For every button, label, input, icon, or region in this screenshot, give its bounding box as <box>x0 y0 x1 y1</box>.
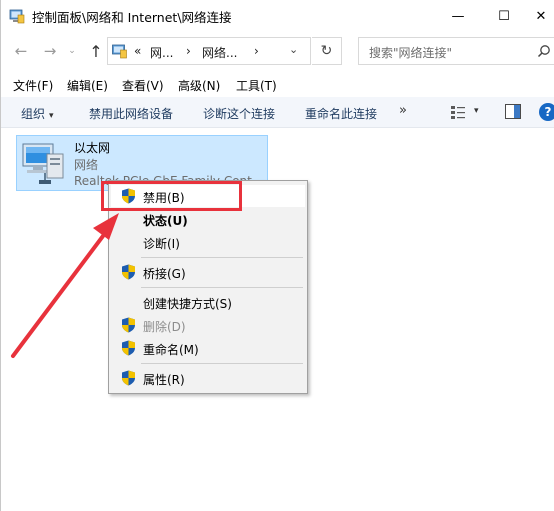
context-item-bridge[interactable]: 桥接(G) <box>111 261 305 283</box>
more-commands-button[interactable]: » <box>399 103 407 118</box>
preview-pane-icon[interactable] <box>505 104 521 119</box>
search-icon[interactable] <box>537 44 551 58</box>
back-button[interactable]: ← <box>10 40 32 62</box>
search-input[interactable]: 搜索"网络连接" <box>369 44 452 61</box>
command-bar: 组织 ▾ 禁用此网络设备 诊断这个连接 重命名此连接 » ▾ ? <box>1 97 554 128</box>
network-connections-window: 控制面板\网络和 Internet\网络连接 — ☐ ✕ ← → ⌄ ↑ « 网… <box>0 0 554 511</box>
menu-separator <box>141 287 303 288</box>
address-separator[interactable]: › <box>186 44 191 58</box>
address-bar[interactable]: « 网... › 网络... › ⌄ <box>107 37 311 65</box>
connection-status: 网络 <box>74 158 99 172</box>
menu-view[interactable]: 查看(V) <box>122 77 164 94</box>
disable-device-button[interactable]: 禁用此网络设备 <box>89 105 173 122</box>
title-bar: 控制面板\网络和 Internet\网络连接 — ☐ ✕ <box>1 0 554 32</box>
context-item-diagnose[interactable]: 诊断(I) <box>111 231 305 253</box>
connection-name: 以太网 <box>74 141 111 155</box>
context-item-label: 属性(R) <box>143 373 185 387</box>
uac-shield-icon <box>122 370 135 386</box>
rename-connection-button[interactable]: 重命名此连接 <box>305 105 377 122</box>
up-button[interactable]: ↑ <box>85 40 107 62</box>
change-view-icon[interactable] <box>450 104 466 120</box>
address-segment[interactable]: 网... <box>150 44 173 61</box>
address-overflow-button[interactable]: « <box>134 44 141 58</box>
context-item-properties[interactable]: 属性(R) <box>111 367 305 389</box>
annotation-highlight-box <box>101 181 242 211</box>
recent-locations-button[interactable]: ⌄ <box>65 40 79 62</box>
menu-separator <box>141 363 303 364</box>
menu-edit[interactable]: 编辑(E) <box>67 77 108 94</box>
address-dropdown-icon[interactable]: ⌄ <box>289 43 298 56</box>
control-panel-icon <box>112 44 127 59</box>
search-box[interactable]: 搜索"网络连接" <box>358 37 554 65</box>
organize-label: 组织 <box>21 107 46 121</box>
close-button[interactable]: ✕ <box>527 0 554 32</box>
navigation-bar: ← → ⌄ ↑ « 网... › 网络... › ⌄ ↻ 搜索"网络连接" <box>1 34 554 68</box>
context-item-label: 创建快捷方式(S) <box>143 297 232 311</box>
window-title: 控制面板\网络和 Internet\网络连接 <box>32 10 232 25</box>
context-item-label: 诊断(I) <box>143 237 180 251</box>
ethernet-adapter-icon <box>22 143 64 184</box>
context-item-delete: 删除(D) <box>111 314 305 336</box>
maximize-button[interactable]: ☐ <box>481 0 527 32</box>
menu-advanced[interactable]: 高级(N) <box>178 77 220 94</box>
uac-shield-icon <box>122 317 135 333</box>
context-item-label: 桥接(G) <box>143 267 186 281</box>
menu-bar: 文件(F) 编辑(E) 查看(V) 高级(N) 工具(T) <box>1 72 554 96</box>
context-item-label: 状态(U) <box>143 214 188 228</box>
help-icon[interactable]: ? <box>539 103 554 121</box>
organize-button[interactable]: 组织 ▾ <box>21 105 54 122</box>
uac-shield-icon <box>122 340 135 356</box>
menu-separator <box>141 257 303 258</box>
forward-button[interactable]: → <box>39 40 61 62</box>
uac-shield-icon <box>122 264 135 280</box>
diagnose-connection-button[interactable]: 诊断这个连接 <box>203 105 275 122</box>
control-panel-icon <box>9 9 25 24</box>
view-options-dropdown-icon[interactable]: ▾ <box>474 106 479 116</box>
menu-file[interactable]: 文件(F) <box>13 77 53 94</box>
dropdown-arrow-icon: ▾ <box>49 111 54 121</box>
minimize-button[interactable]: — <box>435 0 481 32</box>
refresh-button[interactable]: ↻ <box>312 37 342 65</box>
context-item-create-shortcut[interactable]: 创建快捷方式(S) <box>111 291 305 313</box>
address-separator[interactable]: › <box>254 44 259 58</box>
context-item-rename[interactable]: 重命名(M) <box>111 337 305 359</box>
context-item-status[interactable]: 状态(U) <box>111 208 305 230</box>
context-item-label: 删除(D) <box>143 320 186 334</box>
context-item-label: 重命名(M) <box>143 343 199 357</box>
context-menu: 禁用(B) 状态(U) 诊断(I) 桥接(G) 创建快捷方式(S) 删除(D) … <box>108 180 308 394</box>
menu-tools[interactable]: 工具(T) <box>236 77 277 94</box>
address-segment[interactable]: 网络... <box>202 44 237 61</box>
